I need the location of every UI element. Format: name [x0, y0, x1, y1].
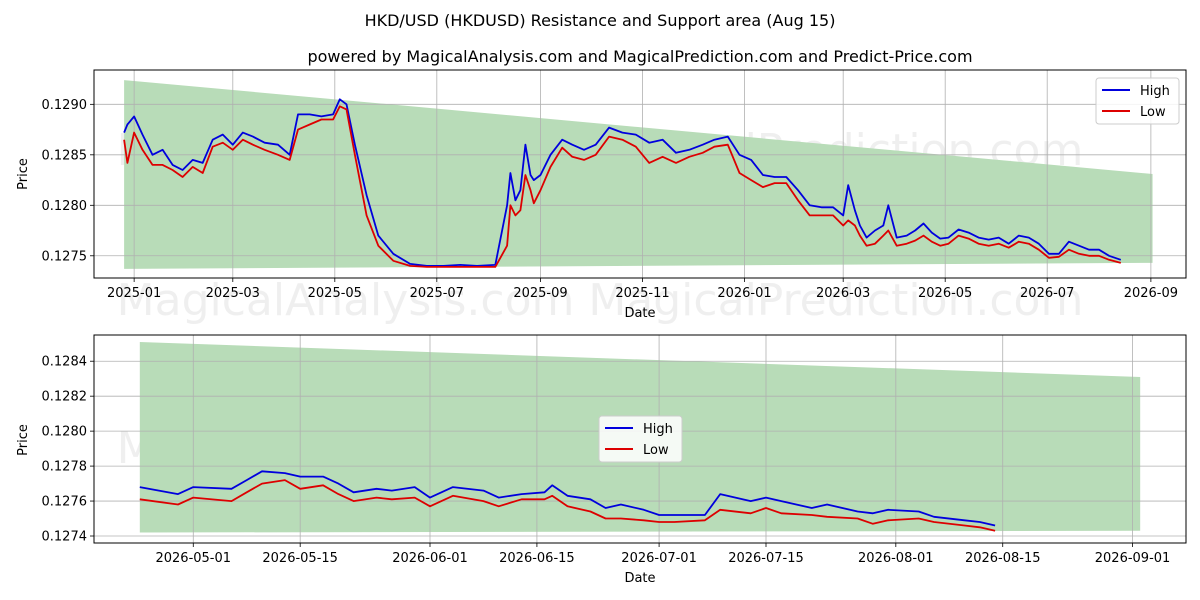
- top-x-tick-label: 2025-05: [308, 286, 362, 301]
- bottom-x-tick-label: 2026-05-01: [155, 551, 231, 566]
- bottom-panel-y-label: Price: [16, 424, 31, 456]
- top-legend-label-high: High: [1140, 84, 1170, 99]
- bottom-x-tick-label: 2026-07-01: [621, 551, 697, 566]
- chart-title: HKD/USD (HKDUSD) Resistance and Support …: [365, 11, 836, 30]
- bottom-x-tick-label: 2026-07-15: [728, 551, 804, 566]
- top-y-tick-label: 0.1285: [42, 148, 88, 163]
- bottom-panel-x-label: Date: [624, 571, 655, 586]
- top-x-tick-label: 2025-07: [410, 286, 464, 301]
- chart-canvas: HKD/USD (HKDUSD) Resistance and Support …: [16, 11, 1187, 586]
- top-y-tick-label: 0.1290: [42, 98, 88, 113]
- top-panel-y-label: Price: [16, 158, 31, 190]
- bottom-x-tick-label: 2026-08-15: [965, 551, 1041, 566]
- bottom-y-tick-label: 0.1278: [42, 460, 88, 475]
- bottom-legend-label-low: Low: [643, 443, 669, 458]
- bottom-x-tick-label: 2026-08-01: [858, 551, 934, 566]
- bottom-x-tick-label: 2026-05-15: [262, 551, 338, 566]
- bottom-x-tick-label: 2026-06-01: [392, 551, 468, 566]
- top-x-tick-label: 2026-03: [816, 286, 870, 301]
- top-x-tick-label: 2026-05: [918, 286, 972, 301]
- top-x-tick-label: 2026-07: [1020, 286, 1074, 301]
- bottom-y-tick-label: 0.1282: [42, 390, 88, 405]
- top-x-tick-label: 2025-03: [206, 286, 260, 301]
- bottom-y-tick-label: 0.1274: [42, 530, 88, 545]
- bottom-x-tick-label: 2026-09-01: [1095, 551, 1171, 566]
- top-resistance-support-band: [124, 80, 1153, 269]
- bottom-y-tick-label: 0.1276: [42, 495, 88, 510]
- top-x-tick-label: 2025-09: [513, 286, 567, 301]
- top-legend-label-low: Low: [1140, 105, 1166, 120]
- top-x-tick-label: 2025-01: [107, 286, 161, 301]
- bottom-panel: MagicalAnalysis.com MagicalPrediction.co…: [16, 334, 1187, 586]
- bottom-legend-label-high: High: [643, 422, 673, 437]
- top-x-tick-label: 2025-11: [615, 286, 669, 301]
- bottom-x-tick-label: 2026-06-15: [499, 551, 575, 566]
- chart-subtitle: powered by MagicalAnalysis.com and Magic…: [307, 47, 972, 66]
- top-x-tick-label: 2026-09: [1124, 286, 1178, 301]
- bottom-y-tick-label: 0.1284: [42, 355, 88, 370]
- top-panel-x-label: Date: [624, 306, 655, 321]
- bottom-y-tick-label: 0.1280: [42, 425, 88, 440]
- top-x-tick-label: 2026-01: [717, 286, 771, 301]
- top-panel: MagicalAnalysis.com MagicalPrediction.co…: [16, 69, 1187, 326]
- top-y-tick-label: 0.1275: [42, 249, 88, 264]
- top-y-tick-label: 0.1280: [42, 199, 88, 214]
